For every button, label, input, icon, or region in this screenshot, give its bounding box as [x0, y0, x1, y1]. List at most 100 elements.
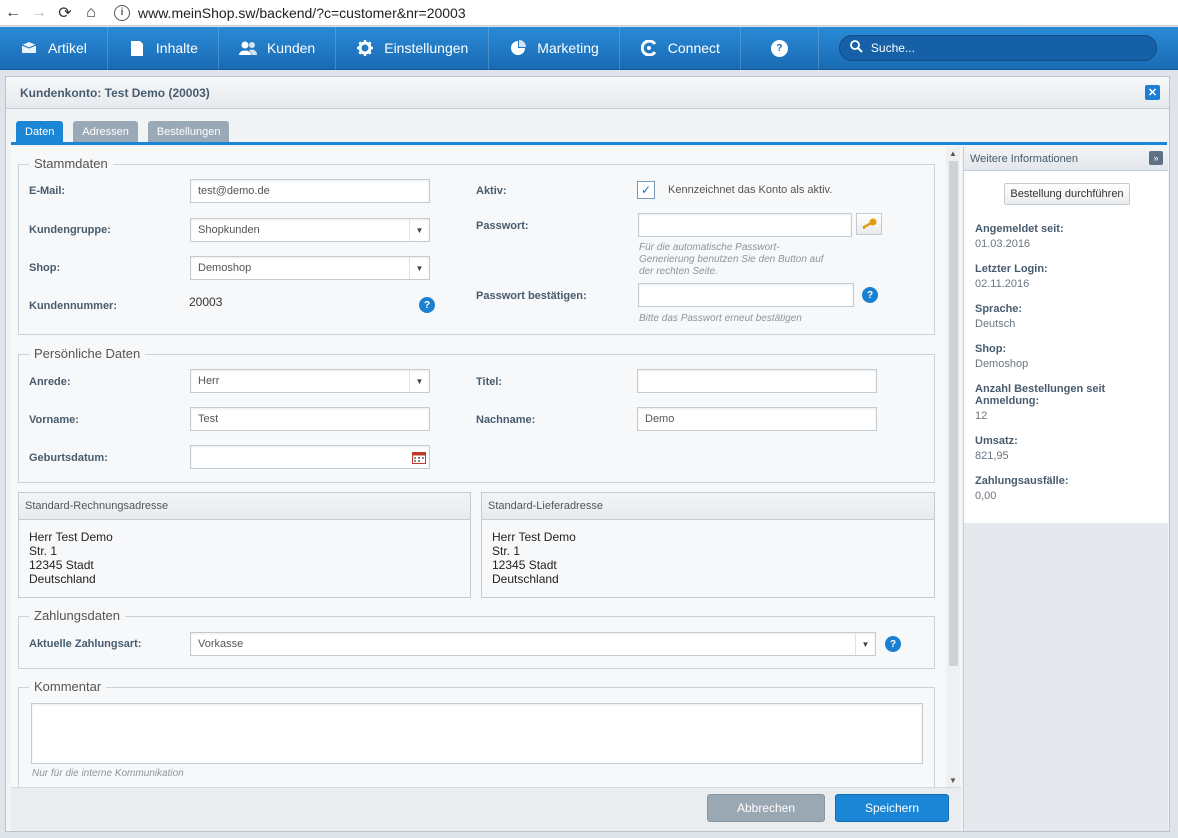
nachname-value: Demo: [645, 413, 675, 425]
address-line: Str. 1: [492, 544, 521, 558]
address-line: Str. 1: [29, 544, 58, 558]
password-field[interactable]: [638, 213, 852, 237]
aktiv-checkbox[interactable]: ✓: [637, 181, 655, 199]
info-item: Anzahl Bestellungen seit Anmeldung: 12: [975, 383, 1125, 422]
kundengruppe-value: Shopkunden: [198, 224, 260, 236]
vorname-label: Vorname:: [29, 414, 79, 426]
help-menu-button[interactable]: ?: [741, 26, 819, 70]
nachname-label: Nachname:: [476, 414, 536, 426]
menu-item-marketing[interactable]: Marketing: [489, 26, 620, 70]
info-key: Sprache:: [975, 303, 1023, 315]
info-value: 821,95: [975, 450, 1009, 462]
key-icon: [862, 218, 877, 229]
bottom-toolbar: Abbrechen Speichern: [11, 787, 961, 831]
menu-label: Connect: [667, 40, 720, 56]
kundengruppe-select[interactable]: Shopkunden ▼: [190, 218, 430, 242]
info-key: Angemeldet seit:: [975, 223, 1064, 235]
menu-label: Artikel: [48, 40, 87, 56]
geburtsdatum-label: Geburtsdatum:: [29, 452, 108, 464]
comment-textarea[interactable]: [31, 703, 923, 764]
menu-label: Einstellungen: [384, 40, 469, 56]
menu-label: Marketing: [537, 40, 599, 56]
help-icon[interactable]: ?: [419, 297, 435, 313]
scroll-thumb[interactable]: [949, 161, 958, 666]
save-button[interactable]: Speichern: [835, 794, 949, 822]
search-placeholder: Suche...: [870, 41, 915, 55]
address-bar[interactable]: www.meinShop.sw/backend/?c=customer&nr=2…: [138, 5, 466, 21]
info-item: Shop: Demoshop: [975, 343, 1028, 370]
vorname-field[interactable]: Test: [190, 407, 430, 431]
address-line: Deutschland: [492, 572, 559, 586]
kundennummer-value: 20003: [189, 295, 223, 309]
info-item: Letzter Login: 02.11.2016: [975, 263, 1048, 290]
menu-label: Kunden: [266, 40, 316, 56]
menu-item-einstellungen[interactable]: Einstellungen: [336, 26, 490, 70]
forward-arrow-icon[interactable]: →: [26, 0, 52, 26]
scroll-up-icon[interactable]: ▲: [949, 149, 957, 158]
connect-icon: [640, 40, 658, 56]
menu-item-connect[interactable]: Connect: [620, 26, 741, 70]
search-input[interactable]: Suche...: [838, 35, 1157, 61]
passwort-label: Passwort:: [476, 220, 529, 232]
nachname-field[interactable]: Demo: [637, 407, 877, 431]
home-icon[interactable]: ⌂: [78, 0, 104, 26]
info-value: 0,00: [975, 490, 997, 502]
info-item: Sprache: Deutsch: [975, 303, 1022, 330]
tab-bestellungen[interactable]: Bestellungen: [147, 121, 230, 142]
menu-item-inhalte[interactable]: Inhalte: [108, 26, 219, 70]
kundengruppe-label: Kundengruppe:: [29, 224, 111, 236]
help-icon[interactable]: ?: [862, 287, 878, 303]
info-icon[interactable]: i: [114, 4, 130, 21]
scroll-down-icon[interactable]: ▼: [949, 776, 957, 785]
window-title: Kundenkonto: Test Demo (20003): [20, 85, 210, 100]
tab-adressen[interactable]: Adressen: [73, 121, 138, 142]
chevron-down-icon[interactable]: ▼: [409, 257, 429, 279]
password-confirm-field[interactable]: [638, 283, 854, 307]
close-icon[interactable]: ✕: [1145, 85, 1160, 100]
chevron-down-icon[interactable]: ▼: [409, 219, 429, 241]
email-value: test@demo.de: [198, 185, 270, 197]
search-icon: [850, 40, 863, 56]
menu-item-kunden[interactable]: Kunden: [219, 26, 337, 70]
menu-item-artikel[interactable]: Artikel: [0, 26, 108, 70]
place-order-button[interactable]: Bestellung durchführen: [1004, 183, 1130, 205]
help-icon: ?: [770, 39, 788, 57]
info-panel-title: Weitere Informationen: [970, 152, 1079, 165]
collapse-icon[interactable]: »: [1149, 151, 1163, 165]
titel-label: Titel:: [476, 376, 503, 388]
titel-field[interactable]: [637, 369, 877, 393]
gear-icon: [356, 40, 374, 56]
form-scrollbar[interactable]: ▲ ▼: [946, 147, 960, 787]
info-value: 01.03.2016: [975, 238, 1031, 250]
kundennummer-label: Kundennummer:: [29, 300, 117, 312]
geburtsdatum-field[interactable]: [190, 445, 430, 469]
fieldset-legend: Persönliche Daten: [29, 346, 146, 361]
document-icon: [128, 40, 146, 56]
shop-select[interactable]: Demoshop ▼: [190, 256, 430, 280]
password-hint: Für die automatische Passwort- Generieru…: [639, 242, 824, 277]
info-value: Demoshop: [975, 358, 1029, 370]
password-confirm-hint: Bitte das Passwort erneut bestätigen: [639, 313, 802, 324]
info-item: Zahlungsausfälle: 0,00: [975, 475, 1069, 502]
address-line: Herr Test Demo: [492, 530, 576, 544]
calendar-icon[interactable]: [409, 446, 429, 468]
anrede-select[interactable]: Herr ▼: [190, 369, 430, 393]
info-panel-body: Bestellung durchführen Angemeldet seit: …: [964, 171, 1168, 523]
generate-password-button[interactable]: [856, 213, 882, 235]
info-panel-header: Weitere Informationen »: [964, 147, 1168, 171]
email-field[interactable]: test@demo.de: [190, 179, 430, 203]
info-value: Deutsch: [975, 318, 1016, 330]
cancel-button[interactable]: Abbrechen: [707, 794, 825, 822]
chevron-down-icon[interactable]: ▼: [409, 370, 429, 392]
reload-icon[interactable]: ⟳: [52, 0, 78, 26]
info-value: 02.11.2016: [975, 278, 1030, 290]
back-arrow-icon[interactable]: ←: [0, 0, 26, 26]
browser-toolbar: ← → ⟳ ⌂ i www.meinShop.sw/backend/?c=cus…: [0, 0, 1178, 26]
anrede-label: Anrede:: [29, 376, 71, 388]
help-icon[interactable]: ?: [885, 636, 901, 652]
zahlungsart-select[interactable]: Vorkasse ▼: [190, 632, 876, 656]
users-icon: [238, 40, 257, 56]
chevron-down-icon[interactable]: ▼: [855, 633, 875, 655]
tab-daten[interactable]: Daten: [16, 121, 64, 142]
info-key: Anzahl Bestellungen seit Anmeldung:: [975, 383, 1106, 407]
